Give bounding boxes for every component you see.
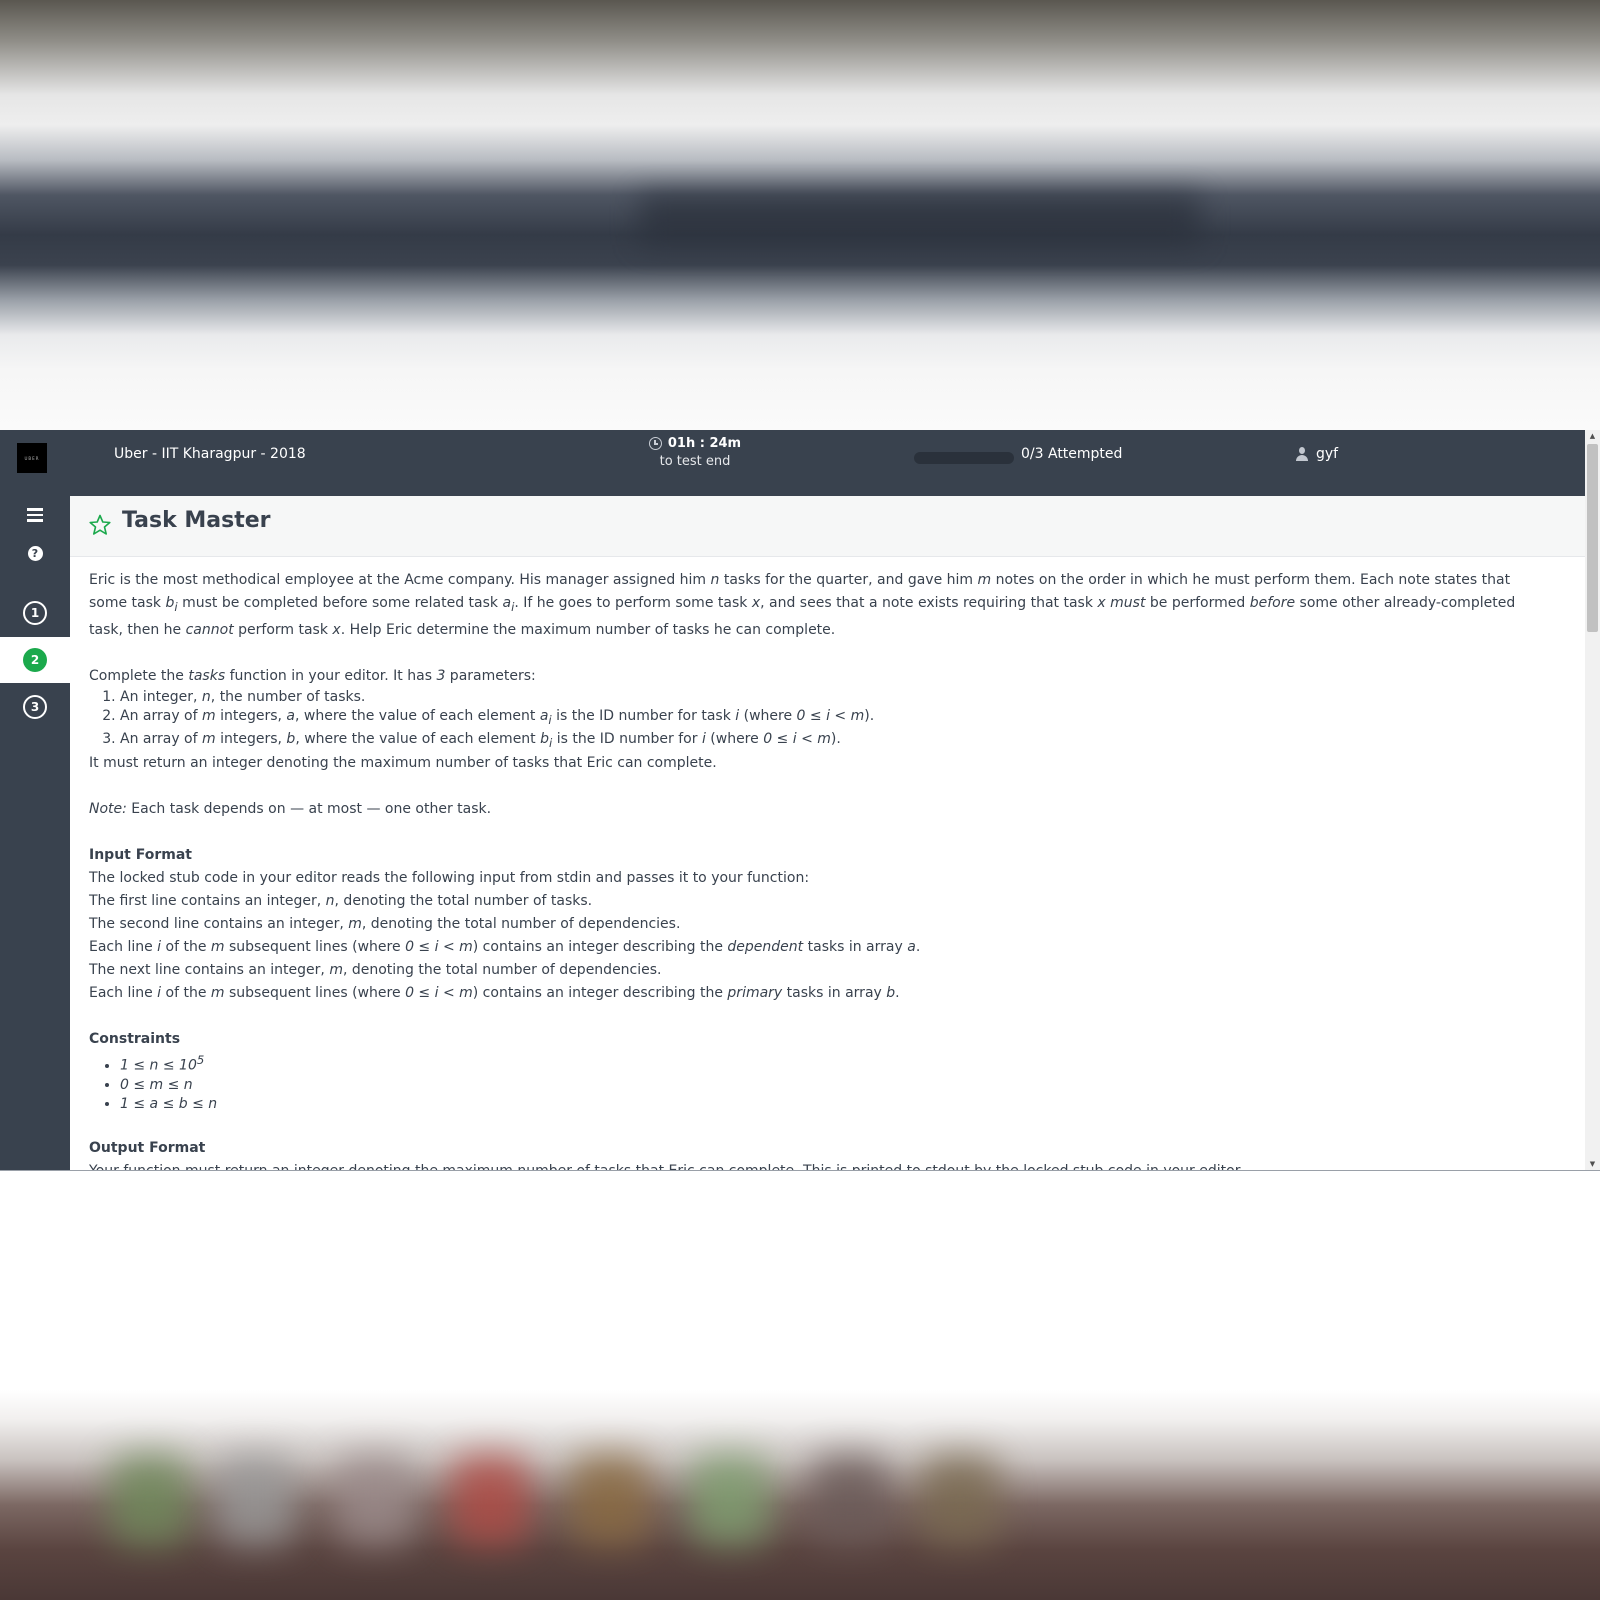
attempted-count: 0/3 Attempted: [1021, 446, 1123, 462]
input-format-line: The next line contains an integer, m, de…: [89, 962, 662, 979]
challenge-title: Task Master: [122, 508, 271, 533]
input-format-line: Each line i of the m subsequent lines (w…: [89, 985, 900, 1002]
blurred-dock-item: [335, 1455, 415, 1545]
list-item: 1 ≤ n ≤ 105: [120, 1051, 1545, 1076]
top-bar: UBER Uber - IIT Kharagpur - 2018 01h : 2…: [0, 430, 1585, 496]
scroll-down-arrow-icon[interactable]: ▼: [1585, 1158, 1600, 1170]
question-list-button[interactable]: [0, 508, 70, 522]
blurred-dock-item: [690, 1455, 770, 1545]
output-format-text: Your function must return an integer den…: [89, 1160, 1545, 1170]
note: Note: Each task depends on — at most — o…: [89, 801, 492, 818]
attempt-progress-bar: [914, 452, 1014, 464]
problem-statement: Eric is the most methodical employee at …: [70, 557, 1585, 1170]
bookmark-star-icon[interactable]: [88, 513, 112, 537]
company-logo[interactable]: UBER: [17, 443, 47, 473]
list-item: An array of m integers, b, where the val…: [120, 730, 1545, 753]
clock-icon: [648, 437, 662, 450]
question-number: 1: [23, 601, 47, 625]
list-item: 1 ≤ a ≤ b ≤ n: [120, 1095, 1545, 1114]
username: gyf: [1316, 446, 1339, 462]
help-button[interactable]: ?: [0, 546, 70, 561]
list-item: An array of m integers, a, where the val…: [120, 707, 1545, 730]
input-format-line: The second line contains an integer, m, …: [89, 916, 681, 933]
question-sidebar: ? 1 2 3: [0, 496, 70, 1170]
list-item: An integer, n, the number of tasks.: [120, 688, 1545, 707]
function-description: Complete the tasks function in your edit…: [89, 667, 536, 684]
blurred-dock-item: [215, 1455, 295, 1545]
list-icon: [27, 508, 43, 522]
constraints-list: 1 ≤ n ≤ 105 0 ≤ m ≤ n 1 ≤ a ≤ b ≤ n: [89, 1051, 1545, 1114]
test-timer: 01h : 24m to test end: [640, 436, 750, 469]
input-format-line: The first line contains an integer, n, d…: [89, 893, 593, 910]
help-icon: ?: [27, 546, 43, 561]
question-nav-3[interactable]: 3: [0, 684, 70, 730]
constraints-title: Constraints: [89, 1031, 181, 1048]
return-description: It must return an integer denoting the m…: [89, 755, 717, 772]
blurred-dock-item: [450, 1455, 530, 1545]
app-window: UBER Uber - IIT Kharagpur - 2018 01h : 2…: [0, 430, 1600, 1171]
blurred-dock-item: [570, 1455, 650, 1545]
question-number: 2: [23, 648, 47, 672]
vertical-scrollbar[interactable]: ▲ ▼: [1585, 430, 1600, 1170]
timer-label: to test end: [659, 454, 731, 469]
contest-title[interactable]: Uber - IIT Kharagpur - 2018: [114, 446, 306, 462]
intro-paragraph: Eric is the most methodical employee at …: [89, 572, 1516, 638]
challenge-header: Task Master: [70, 496, 1585, 557]
user-icon: [1295, 447, 1309, 461]
list-item: 0 ≤ m ≤ n: [120, 1076, 1545, 1095]
logo-text: UBER: [24, 455, 40, 461]
input-format-line: The locked stub code in your editor read…: [89, 870, 810, 887]
blurred-dock-item: [110, 1455, 190, 1545]
question-nav-1[interactable]: 1: [0, 590, 70, 636]
challenge-panel: Task Master Eric is the most methodical …: [70, 496, 1585, 1170]
parameter-list: An integer, n, the number of tasks. An a…: [89, 688, 1545, 753]
user-menu[interactable]: gyf: [1295, 446, 1338, 462]
blurred-dock-item: [810, 1455, 890, 1545]
output-format-title: Output Format: [89, 1140, 206, 1157]
scrollbar-thumb[interactable]: [1587, 444, 1598, 632]
question-number: 3: [23, 695, 47, 719]
blurred-background-top: [0, 0, 1600, 430]
blurred-dock-item: [920, 1455, 1000, 1545]
input-format-title: Input Format: [89, 847, 192, 864]
timer-value: 01h : 24m: [667, 436, 742, 451]
question-nav-2[interactable]: 2: [0, 637, 70, 683]
scroll-up-arrow-icon[interactable]: ▲: [1585, 430, 1600, 442]
input-format-line: Each line i of the m subsequent lines (w…: [89, 939, 921, 956]
